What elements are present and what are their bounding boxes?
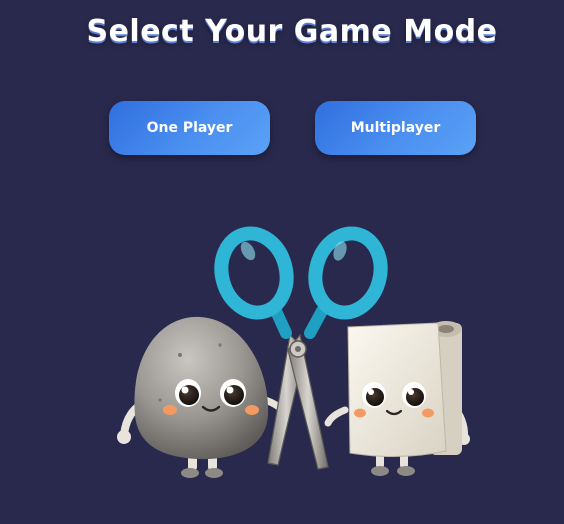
game-mode-screen: Select Your Game Mode One Player Multipl… [0,0,564,524]
page-title: Select Your Game Mode [86,14,498,49]
rock-paper-scissors-illustration [117,226,470,478]
paper-character [324,321,470,476]
multiplayer-button[interactable]: Multiplayer [315,101,476,155]
rock-character [117,316,290,478]
one-player-button[interactable]: One Player [109,101,270,155]
